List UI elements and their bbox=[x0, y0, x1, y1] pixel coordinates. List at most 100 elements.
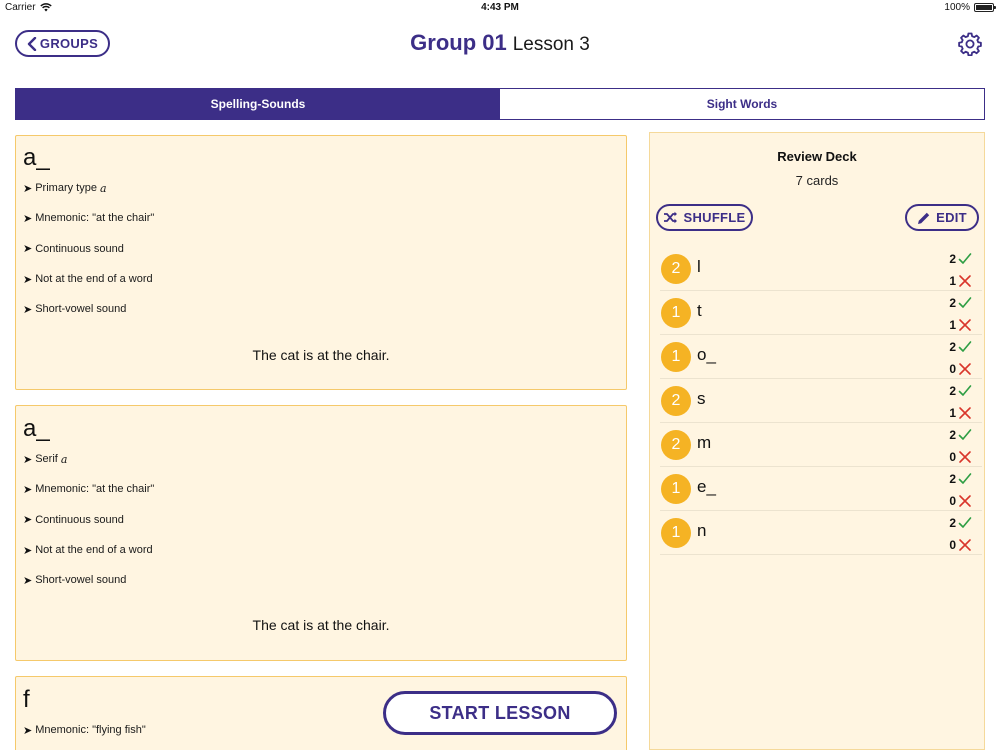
correct-value: 2 bbox=[949, 472, 956, 486]
shuffle-label: SHUFFLE bbox=[683, 210, 746, 225]
card-point-text: Primary type bbox=[35, 182, 97, 195]
card-points: Serifa Mnemonic: "at the chair" Continuo… bbox=[23, 444, 154, 595]
wrong-count: 1 bbox=[932, 316, 972, 334]
deck-row[interactable]: 2s21 bbox=[660, 379, 982, 423]
deck-row[interactable]: 1n 2 0 bbox=[660, 511, 982, 555]
card-point: Serifa bbox=[23, 444, 154, 474]
card-glyph: a_ bbox=[23, 415, 50, 442]
sound-card[interactable]: a_ Primary typea Mnemonic: "at the chair… bbox=[15, 135, 627, 390]
check-icon bbox=[958, 473, 972, 484]
count-badge: 1 bbox=[661, 518, 691, 548]
wrong-value: 1 bbox=[949, 318, 956, 332]
check-icon bbox=[958, 297, 972, 308]
wrong-value: 0 bbox=[949, 538, 956, 552]
correct-count: 2 bbox=[932, 426, 972, 444]
correct-count: 2 bbox=[932, 470, 972, 488]
cross-icon bbox=[959, 319, 971, 331]
page-title: Group 01 Lesson 3 bbox=[0, 30, 1000, 56]
card-point: Mnemonic: "at the chair" bbox=[23, 474, 154, 504]
card-sentence: The cat is at the chair. bbox=[252, 347, 390, 363]
cross-icon bbox=[959, 363, 971, 375]
correct-value: 2 bbox=[949, 384, 956, 398]
correct-value: 2 bbox=[949, 428, 956, 442]
shuffle-icon bbox=[664, 211, 678, 224]
tab-sight-words[interactable]: Sight Words bbox=[500, 89, 984, 119]
count-badge: 1 bbox=[661, 342, 691, 372]
card-point-text: Mnemonic: "at the chair" bbox=[35, 483, 155, 496]
card-point-text: Short-vowel sound bbox=[35, 303, 127, 316]
review-deck-panel: Review Deck 7 cards SHUFFLE EDIT 2l211t2… bbox=[649, 132, 985, 750]
count-badge: 2 bbox=[661, 430, 691, 460]
wrong-count: 0 bbox=[932, 492, 972, 510]
battery-percent: 100% bbox=[944, 2, 970, 13]
deck-letter: t bbox=[697, 301, 702, 320]
correct-value: 2 bbox=[949, 252, 956, 266]
card-point: Not at the end of a word bbox=[23, 264, 154, 294]
cross-icon bbox=[959, 407, 971, 419]
deck-row[interactable]: 1 o_ 2 0 bbox=[660, 335, 982, 379]
pencil-icon bbox=[918, 212, 930, 224]
lesson-title: Lesson 3 bbox=[512, 34, 590, 55]
count-badge: 2 bbox=[661, 386, 691, 416]
review-deck-count: 7 cards bbox=[795, 173, 839, 188]
correct-count: 2 bbox=[932, 338, 972, 356]
review-deck-list: 2 l 2 1 1 t 2 1 1 o_ 2 0 2 s 2 1 2 m 2 0 1 e_ 2 0 1 n 2 0 bbox=[660, 247, 982, 555]
wrong-count: 1 bbox=[932, 272, 972, 290]
wrong-value: 0 bbox=[949, 362, 956, 376]
wrong-value: 1 bbox=[949, 406, 956, 420]
count-badge: 1 bbox=[661, 474, 691, 504]
deck-row[interactable]: 2m20 bbox=[660, 423, 982, 467]
check-icon bbox=[958, 517, 972, 528]
gear-icon[interactable] bbox=[958, 32, 982, 56]
wrong-count: 0 bbox=[932, 536, 972, 554]
card-point: Mnemonic: "at the chair" bbox=[23, 203, 154, 233]
segmented-tabs: Spelling-Sounds Sight Words bbox=[15, 88, 985, 120]
wrong-count: 0 bbox=[932, 360, 972, 378]
deck-row[interactable]: 1t21 bbox=[660, 291, 982, 335]
check-icon bbox=[958, 341, 972, 352]
cross-icon bbox=[959, 451, 971, 463]
clock: 4:43 PM bbox=[481, 2, 519, 13]
wrong-count: 0 bbox=[932, 448, 972, 466]
card-point: Primary typea bbox=[23, 173, 154, 203]
card-point: Short-vowel sound bbox=[23, 294, 154, 324]
card-point-text: Mnemonic: "flying fish" bbox=[35, 724, 146, 737]
deck-row[interactable]: 1 e_ 2 0 bbox=[660, 467, 982, 511]
check-icon bbox=[958, 385, 972, 396]
correct-value: 2 bbox=[949, 516, 956, 530]
tab-spelling-sounds[interactable]: Spelling-Sounds bbox=[16, 89, 500, 119]
deck-letter: e_ bbox=[697, 477, 716, 496]
card-point-text: Continuous sound bbox=[35, 513, 124, 526]
battery-icon bbox=[974, 3, 996, 12]
card-sentence: The cat is at the chair. bbox=[252, 617, 390, 633]
wrong-value: 0 bbox=[949, 494, 956, 508]
deck-row[interactable]: 2l21 bbox=[660, 247, 982, 291]
card-glyph: f bbox=[23, 686, 30, 713]
start-lesson-button[interactable]: START LESSON bbox=[383, 691, 617, 735]
card-point: Mnemonic: "flying fish" bbox=[23, 715, 146, 745]
check-icon bbox=[958, 253, 972, 264]
shuffle-button[interactable]: SHUFFLE bbox=[656, 204, 753, 231]
sound-card[interactable]: a_ Serifa Mnemonic: "at the chair" Conti… bbox=[15, 405, 627, 661]
deck-letter: m bbox=[697, 433, 712, 452]
cross-icon bbox=[959, 495, 971, 507]
deck-letter: s bbox=[697, 389, 706, 408]
card-point-text: Not at the end of a word bbox=[35, 544, 153, 557]
edit-button[interactable]: EDIT bbox=[905, 204, 979, 231]
battery-group: 100% bbox=[944, 2, 996, 13]
wrong-count: 1 bbox=[932, 404, 972, 422]
wrong-value: 0 bbox=[949, 450, 956, 464]
card-point-text: Short-vowel sound bbox=[35, 574, 127, 587]
wrong-value: 1 bbox=[949, 274, 956, 288]
review-deck-title: Review Deck bbox=[777, 149, 857, 164]
correct-count: 2 bbox=[932, 294, 972, 312]
status-bar: Carrier 4:43 PM 100% bbox=[0, 0, 1000, 16]
card-points: Primary typea Mnemonic: "at the chair" C… bbox=[23, 173, 154, 324]
card-point: Short-vowel sound bbox=[23, 565, 154, 595]
card-points: Mnemonic: "flying fish" bbox=[23, 715, 146, 745]
card-point: Not at the end of a word bbox=[23, 535, 154, 565]
card-point-italic: a bbox=[99, 181, 107, 195]
count-badge: 2 bbox=[661, 254, 691, 284]
card-point-text: Not at the end of a word bbox=[35, 273, 153, 286]
deck-letter: o_ bbox=[697, 345, 716, 364]
